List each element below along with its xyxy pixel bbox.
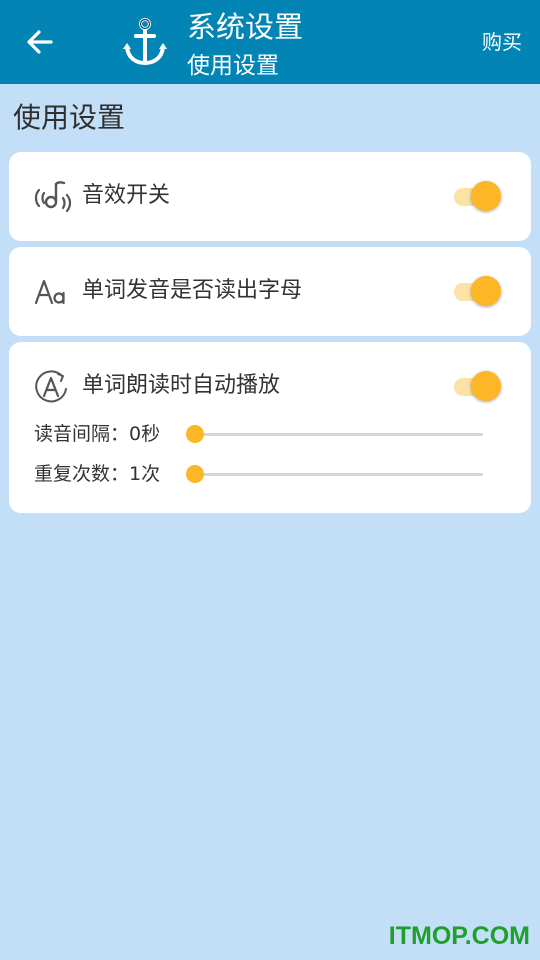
toggle-thumb: [471, 371, 501, 401]
setting-row-auto-play: 单词朗读时自动播放: [9, 342, 531, 422]
slider-row-repeat-count: 重复次数：1次: [9, 454, 531, 494]
setting-card-auto-play: 单词朗读时自动播放 读音间隔：0秒 重复次数：1次: [9, 342, 531, 513]
setting-label-sound-effect: 音效开关: [82, 183, 171, 208]
toggle-thumb: [471, 181, 501, 211]
slider-row-read-interval: 读音间隔：0秒: [9, 414, 531, 454]
setting-card-read-letters: 单词发音是否读出字母: [9, 247, 531, 336]
app-bar: 系统设置 使用设置 购买: [0, 0, 540, 84]
slider-track: [195, 473, 483, 476]
toggle-sound-effect[interactable]: [454, 181, 502, 213]
slider-track: [195, 433, 483, 436]
section-title: 使用设置: [13, 101, 126, 134]
setting-row-sound-effect: 音效开关: [9, 152, 531, 241]
buy-button[interactable]: 购买: [482, 28, 522, 56]
auto-play-a-icon: [35, 370, 67, 403]
app-subtitle: 使用设置: [187, 53, 279, 79]
setting-label-read-letters: 单词发音是否读出字母: [82, 278, 303, 303]
setting-row-read-letters: 单词发音是否读出字母: [9, 247, 531, 336]
slider-label-read-interval: 读音间隔：0秒: [34, 423, 161, 445]
setting-card-sound-effect: 音效开关: [9, 152, 531, 241]
watermark: ITMOP.COM: [388, 922, 530, 950]
toggle-read-letters[interactable]: [454, 276, 502, 308]
toggle-auto-play[interactable]: [454, 371, 502, 403]
slider-thumb[interactable]: [186, 425, 204, 443]
app-title: 系统设置: [187, 10, 304, 44]
back-button[interactable]: [18, 20, 62, 64]
anchor-icon: [123, 18, 167, 66]
repeat-count-slider[interactable]: [185, 462, 485, 486]
sound-effect-icon: [34, 181, 71, 213]
slider-thumb[interactable]: [186, 465, 204, 483]
font-aa-icon: [34, 279, 65, 305]
toggle-thumb: [471, 276, 501, 306]
slider-label-repeat-count: 重复次数：1次: [34, 463, 161, 485]
arrow-left-icon: [27, 30, 53, 54]
read-interval-slider[interactable]: [185, 422, 485, 446]
setting-label-auto-play: 单词朗读时自动播放: [82, 373, 281, 398]
